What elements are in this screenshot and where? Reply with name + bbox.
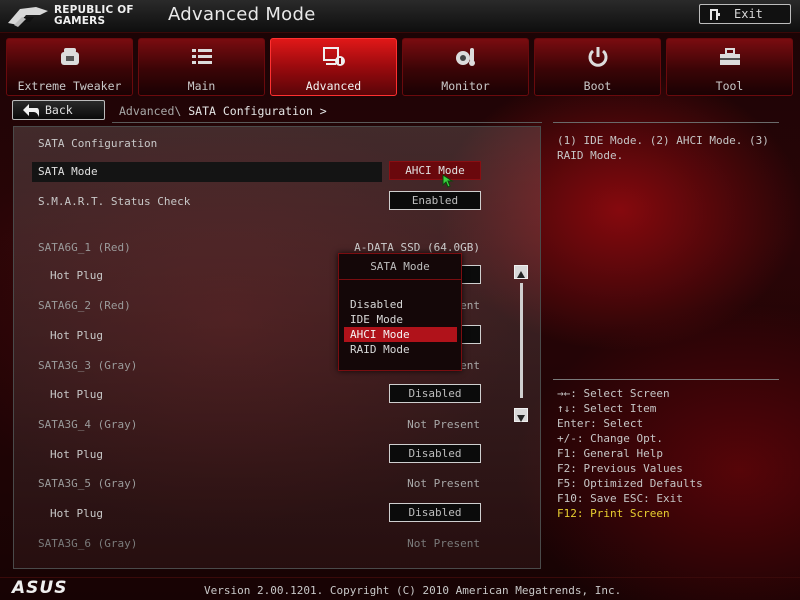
- tab-label: Boot: [583, 79, 612, 93]
- tab-main[interactable]: Main: [138, 38, 265, 96]
- setting-label: Hot Plug: [50, 388, 103, 401]
- tab-label: Extreme Tweaker: [17, 79, 122, 93]
- setting-label: SATA Mode: [38, 165, 98, 178]
- key-hint: F5: Optimized Defaults: [557, 477, 703, 490]
- exit-button[interactable]: Exit: [699, 4, 791, 24]
- hot-plug-dropdown[interactable]: Disabled: [389, 384, 481, 403]
- divider: [553, 379, 779, 380]
- port-label: SATA3G_6 (Gray): [38, 537, 138, 550]
- sata-mode-dropdown[interactable]: AHCI Mode: [389, 161, 481, 180]
- port-label: SATA6G_1 (Red): [38, 241, 131, 254]
- scroll-up-button[interactable]: [514, 265, 528, 279]
- port-row-sata3g-4: SATA3G_4 (Gray) Not Present: [14, 414, 540, 438]
- back-button[interactable]: Back: [12, 100, 105, 120]
- port-row-sata3g-5: SATA3G_5 (Gray) Not Present: [14, 473, 540, 497]
- hot-plug-dropdown[interactable]: Disabled: [389, 444, 481, 463]
- breadcrumb: Advanced\ SATA Configuration >: [119, 104, 327, 118]
- back-arrow-icon: [23, 104, 39, 117]
- tab-label: Advanced: [305, 79, 362, 93]
- setting-label: Hot Plug: [50, 329, 103, 342]
- sata-mode-popup: SATA Mode Disabled IDE Mode AHCI Mode RA…: [338, 253, 462, 371]
- tab-label: Tool: [715, 79, 744, 93]
- key-hint: +/-: Change Opt.: [557, 432, 663, 445]
- tab-advanced[interactable]: Advanced: [270, 38, 397, 96]
- key-hint: F2: Previous Values: [557, 462, 683, 475]
- toolbox-icon: [719, 48, 740, 65]
- help-description: (1) IDE Mode. (2) AHCI Mode. (3) RAID Mo…: [557, 134, 769, 162]
- tab-label: Main: [187, 79, 216, 93]
- setting-row-smart[interactable]: S.M.A.R.T. Status Check Enabled: [14, 191, 540, 215]
- port-row-sata3g-6: SATA3G_6 (Gray) Not Present: [14, 533, 540, 557]
- scroll-down-button[interactable]: [514, 408, 528, 422]
- popup-option-ide[interactable]: IDE Mode: [344, 312, 457, 327]
- port-label: SATA3G_4 (Gray): [38, 418, 138, 431]
- brand-text: REPUBLIC OF GAMERS: [54, 5, 134, 27]
- version-text: Version 2.00.1201. Copyright (C) 2010 Am…: [204, 584, 622, 597]
- popup-option-disabled[interactable]: Disabled: [344, 297, 457, 312]
- key-hint: F10: Save ESC: Exit: [557, 492, 683, 505]
- setting-label: S.M.A.R.T. Status Check: [38, 195, 191, 208]
- footer-divider: [0, 577, 800, 578]
- asus-logo: ASUS: [12, 578, 68, 598]
- setting-label: Hot Plug: [50, 507, 103, 520]
- breadcrumb-advanced[interactable]: Advanced\: [119, 104, 181, 118]
- monitor-icon: [455, 48, 475, 66]
- list-icon: [191, 49, 212, 64]
- port-label: SATA3G_5 (Gray): [38, 477, 138, 490]
- scroll-down-icon: [517, 415, 525, 422]
- mouse-cursor-icon: [442, 174, 454, 188]
- rog-logo: REPUBLIC OF GAMERS: [6, 3, 146, 29]
- key-hint: ↑↓: Select Item: [557, 402, 657, 415]
- setting-label: Hot Plug: [50, 269, 103, 282]
- port-label: SATA3G_3 (Gray): [38, 359, 138, 372]
- tab-bar: Extreme Tweaker Main Advanced Monitor Bo…: [6, 38, 794, 96]
- tab-boot[interactable]: Boot: [534, 38, 661, 96]
- back-label: Back: [45, 103, 73, 117]
- power-icon: [588, 47, 607, 67]
- exit-label: Exit: [734, 7, 763, 21]
- setting-row-hot-plug[interactable]: Hot Plug Disabled: [14, 503, 540, 527]
- key-hint: →←: Select Screen: [557, 387, 670, 400]
- setting-row-sata-mode[interactable]: SATA Mode AHCI Mode: [14, 161, 540, 185]
- tab-label: Monitor: [441, 79, 490, 93]
- setting-row-hot-plug[interactable]: Hot Plug Disabled: [14, 384, 540, 408]
- popup-title: SATA Mode: [339, 254, 461, 280]
- popup-option-raid[interactable]: RAID Mode: [344, 342, 457, 357]
- setting-label: Hot Plug: [50, 448, 103, 461]
- key-hint-print-screen: F12: Print Screen: [557, 507, 670, 520]
- key-hint: Enter: Select: [557, 417, 644, 430]
- smart-status-dropdown[interactable]: Enabled: [389, 191, 481, 210]
- section-title-row: SATA Configuration: [14, 133, 540, 157]
- advanced-icon: [322, 47, 345, 66]
- divider: [553, 122, 779, 123]
- port-label: SATA6G_2 (Red): [38, 299, 131, 312]
- port-status: Not Present: [407, 418, 480, 431]
- tab-monitor[interactable]: Monitor: [402, 38, 529, 96]
- tweaker-icon: [60, 48, 79, 65]
- breadcrumb-sata-configuration[interactable]: SATA Configuration >: [188, 104, 326, 118]
- hot-plug-dropdown[interactable]: Disabled: [389, 503, 481, 522]
- setting-row-hot-plug[interactable]: Hot Plug Disabled: [14, 444, 540, 468]
- tab-tool[interactable]: Tool: [666, 38, 793, 96]
- key-hint: F1: General Help: [557, 447, 663, 460]
- port-status: Not Present: [407, 477, 480, 490]
- scroll-up-icon: [517, 271, 525, 278]
- key-legend: →←: Select Screen ↑↓: Select Item Enter:…: [557, 386, 792, 521]
- title-bar: REPUBLIC OF GAMERS Advanced Mode Exit: [0, 0, 800, 33]
- rog-eye-icon: [8, 7, 48, 27]
- port-status: Not Present: [407, 537, 480, 550]
- divider: [112, 122, 542, 123]
- popup-option-ahci[interactable]: AHCI Mode: [344, 327, 457, 342]
- tab-extreme-tweaker[interactable]: Extreme Tweaker: [6, 38, 133, 96]
- scrollbar-track[interactable]: [520, 283, 523, 398]
- brand-line-2: GAMERS: [54, 15, 106, 27]
- page-title: Advanced Mode: [168, 4, 316, 25]
- exit-door-icon: [710, 9, 720, 20]
- section-title: SATA Configuration: [38, 137, 158, 150]
